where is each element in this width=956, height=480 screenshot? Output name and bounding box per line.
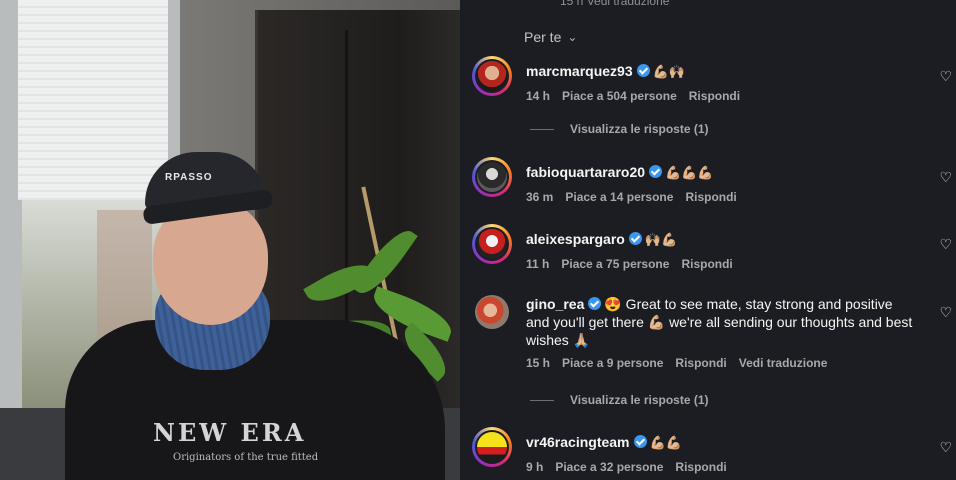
verified-badge-icon [649, 165, 663, 178]
comment-username[interactable]: vr46racingteam [526, 434, 630, 450]
comment-time: 9 h [526, 460, 544, 474]
person: RPASSO NEW ERA Originators of the true f… [65, 150, 445, 480]
verified-badge-icon [628, 232, 642, 245]
comment-username[interactable]: gino_rea [526, 296, 584, 312]
video-frame: RPASSO NEW ERA Originators of the true f… [0, 0, 460, 480]
heart-outline-icon[interactable]: ♡ [939, 169, 952, 186]
comment-username[interactable]: marcmarquez93 [526, 63, 633, 79]
comment-time: 14 h [526, 89, 551, 103]
comment-username[interactable]: aleixespargaro [526, 231, 625, 247]
verified-badge-icon [636, 64, 650, 77]
avatar[interactable] [472, 56, 512, 96]
comment-text: 💪🏼💪🏼 [649, 436, 682, 451]
translate-button[interactable]: Vedi traduzione [739, 356, 828, 370]
view-replies-button[interactable]: Visualizza le risposte (1) [530, 393, 709, 407]
heart-outline-icon[interactable]: ♡ [939, 439, 952, 456]
verified-badge-icon [588, 297, 602, 310]
comment-likes[interactable]: Piace a 32 persone [555, 460, 663, 474]
sort-dropdown[interactable]: Per te ⌄ [524, 29, 577, 45]
reply-button[interactable]: Rispondi [685, 190, 736, 204]
comment-text: 🙌🏼💪🏼 [644, 233, 678, 248]
reply-button[interactable]: Rispondi [675, 460, 726, 474]
avatar[interactable] [472, 157, 512, 197]
comments-panel: 15 h Vedi traduzione Per te ⌄ marcmarque… [460, 0, 956, 480]
comment-time: 11 h [526, 257, 550, 271]
shirt-subtext: Originators of the true fitted [173, 452, 319, 463]
avatar[interactable] [472, 224, 512, 264]
avatar[interactable] [472, 427, 512, 467]
comment-text: 💪🏼🙌🏼 [652, 65, 685, 80]
heart-outline-icon[interactable]: ♡ [939, 68, 952, 85]
verified-badge-icon [633, 435, 647, 448]
view-replies-button[interactable]: Visualizza le risposte (1) [530, 122, 709, 136]
comment-username[interactable]: fabioquartararo20 [526, 164, 645, 180]
comment-time: 36 m [526, 190, 554, 204]
comment-likes[interactable]: Piace a 9 persone [562, 356, 663, 370]
avatar[interactable] [472, 292, 512, 332]
replies-divider [530, 399, 554, 401]
comment-likes[interactable]: Piace a 75 persone [561, 257, 669, 271]
replies-divider [530, 128, 554, 130]
sort-label: Per te [524, 29, 562, 45]
reply-button[interactable]: Rispondi [681, 257, 732, 271]
previous-comment-meta: 15 h Vedi traduzione [560, 0, 670, 8]
view-replies-label: Visualizza le risposte (1) [570, 393, 709, 407]
heart-outline-icon[interactable]: ♡ [939, 236, 952, 253]
reply-button[interactable]: Rispondi [675, 356, 726, 370]
view-replies-label: Visualizza le risposte (1) [570, 122, 709, 136]
comment-text: 💪🏼💪🏼💪🏼 [665, 166, 714, 181]
cap-logo: RPASSO [165, 172, 213, 183]
reply-button[interactable]: Rispondi [689, 89, 740, 103]
comment-time: 15 h [526, 356, 551, 370]
comment-likes[interactable]: Piace a 14 persone [565, 190, 673, 204]
shirt-text: NEW ERA [153, 418, 307, 447]
chevron-down-icon: ⌄ [567, 30, 578, 44]
heart-outline-icon[interactable]: ♡ [939, 304, 952, 321]
comment-likes[interactable]: Piace a 504 persone [562, 89, 677, 103]
